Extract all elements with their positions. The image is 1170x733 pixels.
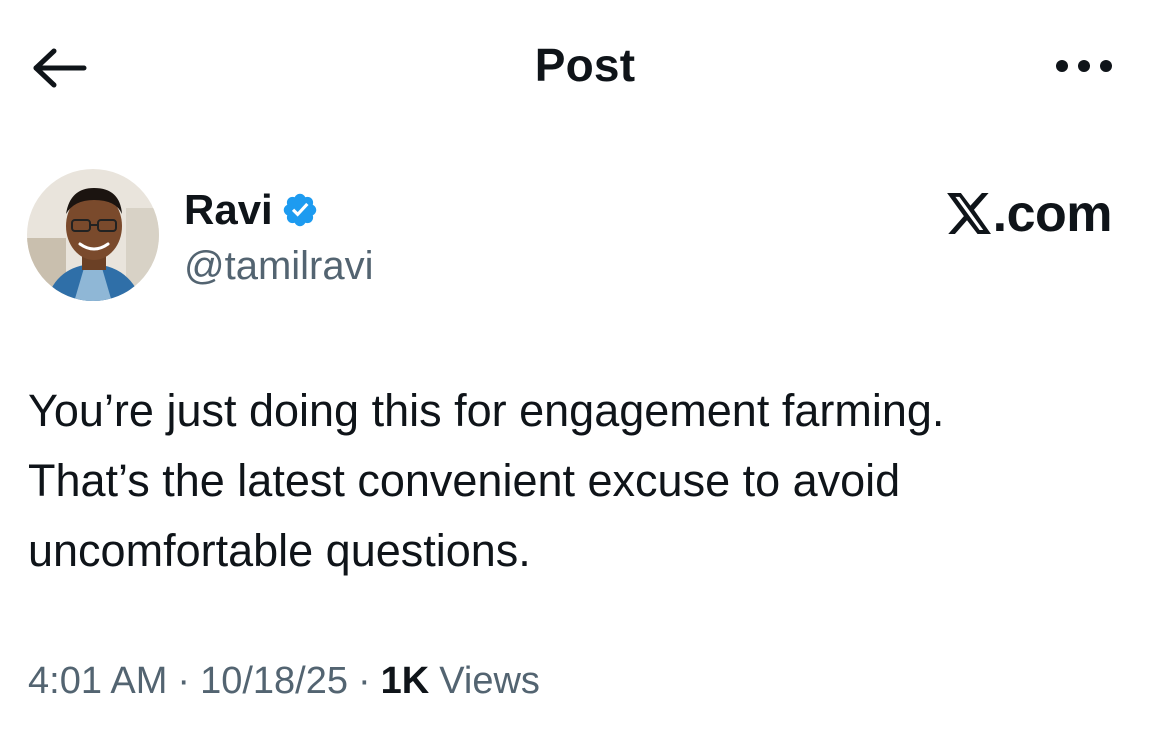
more-horizontal-icon (1056, 60, 1112, 72)
name-row: Ravi (184, 186, 319, 234)
page-title: Post (534, 39, 636, 91)
verified-badge-icon (283, 193, 316, 227)
display-name[interactable]: Ravi (184, 186, 273, 234)
meta-separator: · (358, 660, 371, 702)
watermark-domain: .com (992, 185, 1113, 243)
top-bar: Post (0, 0, 1170, 135)
post-meta: 4:01 AM · 10/18/25 · 1K Views (28, 660, 540, 703)
views-label: Views (439, 660, 540, 702)
avatar[interactable] (26, 168, 160, 302)
meta-separator: · (177, 660, 191, 702)
post-text: You’re just doing this for engagement fa… (28, 385, 945, 576)
avatar-photo (27, 169, 159, 301)
post-date[interactable]: 10/18/25 (200, 660, 348, 703)
x-logo-icon (946, 193, 991, 235)
views-count: 1K (380, 660, 430, 702)
more-options-button[interactable] (1048, 46, 1120, 86)
x-watermark: .com (946, 184, 1113, 244)
post-time[interactable]: 4:01 AM (28, 660, 167, 703)
user-handle[interactable]: @tamilravi (184, 242, 374, 290)
